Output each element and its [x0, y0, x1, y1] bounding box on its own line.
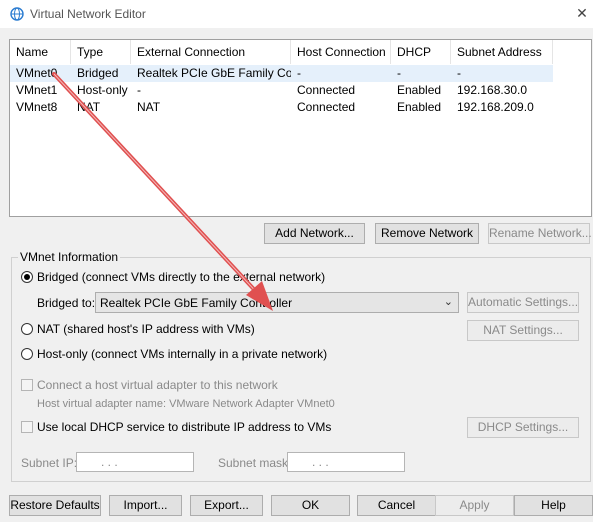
nat-radio[interactable] — [21, 323, 33, 335]
host-only-label[interactable]: Host-only (connect VMs internally in a p… — [37, 347, 327, 361]
rename-network-button[interactable]: Rename Network... — [488, 223, 592, 244]
add-network-button[interactable]: Add Network... — [264, 223, 365, 244]
apply-button[interactable]: Apply — [435, 495, 514, 516]
import-button[interactable]: Import... — [109, 495, 182, 516]
bridged-to-label: Bridged to: — [37, 296, 96, 310]
subnet-mask-label: Subnet mask: — [218, 456, 292, 470]
column-header-name[interactable]: Name — [10, 40, 71, 64]
cell-dhcp: Enabled — [397, 100, 442, 114]
chevron-down-icon: ⌄ — [443, 296, 453, 308]
close-icon[interactable]: ✕ — [574, 5, 590, 21]
subnet-mask-input[interactable]: . . . — [287, 452, 405, 472]
bridged-label[interactable]: Bridged (connect VMs directly to the ext… — [37, 270, 325, 284]
cell-host-connection: - — [297, 66, 301, 80]
ok-button[interactable]: OK — [271, 495, 350, 516]
cancel-button[interactable]: Cancel — [357, 495, 436, 516]
remove-network-button[interactable]: Remove Network — [375, 223, 479, 244]
globe-icon — [10, 7, 24, 21]
radio-selected-dot — [24, 274, 30, 280]
window-title: Virtual Network Editor — [30, 7, 146, 21]
cell-subnet-address: - — [457, 66, 461, 80]
network-table: Name Type External Connection Host Conne… — [9, 39, 592, 217]
column-header-host-connection[interactable]: Host Connection — [291, 40, 391, 64]
cell-name: VMnet0 — [16, 66, 58, 80]
use-dhcp-label[interactable]: Use local DHCP service to distribute IP … — [37, 420, 331, 434]
cell-external-connection: - — [137, 83, 141, 97]
connect-adapter-label[interactable]: Connect a host virtual adapter to this n… — [37, 378, 278, 392]
export-button[interactable]: Export... — [190, 495, 263, 516]
bridged-to-value: Realtek PCIe GbE Family Controller — [100, 296, 293, 310]
cell-type: Bridged — [77, 66, 119, 80]
cell-host-connection: Connected — [297, 83, 356, 97]
cell-name: VMnet1 — [16, 83, 58, 97]
bridged-radio[interactable] — [21, 271, 33, 283]
host-only-radio[interactable] — [21, 348, 33, 360]
group-title: VMnet Information — [18, 250, 121, 264]
cell-type: NAT — [77, 100, 101, 114]
connect-adapter-checkbox[interactable] — [21, 379, 33, 391]
adapter-name-text: Host virtual adapter name: VMware Networ… — [37, 398, 335, 410]
column-header-dhcp[interactable]: DHCP — [391, 40, 451, 64]
nat-settings-button[interactable]: NAT Settings... — [467, 320, 579, 341]
restore-defaults-button[interactable]: Restore Defaults — [9, 495, 101, 516]
cell-name: VMnet8 — [16, 100, 58, 114]
cell-dhcp: Enabled — [397, 83, 442, 97]
subnet-ip-label: Subnet IP: — [21, 456, 78, 470]
table-row[interactable]: VMnet1 Host-only - Connected Enabled 192… — [10, 82, 553, 99]
subnet-ip-input[interactable]: . . . — [76, 452, 194, 472]
cell-dhcp: - — [397, 66, 401, 80]
title-bar: Virtual Network Editor ✕ — [0, 0, 593, 28]
cell-subnet-address: 192.168.30.0 — [457, 83, 528, 97]
nat-label[interactable]: NAT (shared host's IP address with VMs) — [37, 322, 255, 336]
column-header-subnet-address[interactable]: Subnet Address — [451, 40, 553, 64]
virtual-network-editor-window: Virtual Network Editor ✕ Name Type Exter… — [0, 0, 593, 522]
bridged-to-select[interactable]: Realtek PCIe GbE Family Controller ⌄ — [95, 292, 459, 313]
table-row[interactable]: VMnet8 NAT NAT Connected Enabled 192.168… — [10, 99, 553, 116]
table-row[interactable]: VMnet0 Bridged Realtek PCIe GbE Family C… — [10, 65, 553, 82]
help-button[interactable]: Help — [514, 495, 593, 516]
vmnet-information-group — [11, 257, 591, 482]
dhcp-settings-button[interactable]: DHCP Settings... — [467, 417, 579, 438]
use-dhcp-checkbox[interactable] — [21, 421, 33, 433]
cell-external-connection: NAT — [137, 100, 161, 114]
cell-subnet-address: 192.168.209.0 — [457, 100, 534, 114]
cell-host-connection: Connected — [297, 100, 356, 114]
column-header-type[interactable]: Type — [71, 40, 131, 64]
column-header-external-connection[interactable]: External Connection — [131, 40, 291, 64]
cell-external-connection: Realtek PCIe GbE Family Co... — [137, 66, 291, 80]
automatic-settings-button[interactable]: Automatic Settings... — [467, 292, 579, 313]
cell-type: Host-only — [77, 83, 128, 97]
